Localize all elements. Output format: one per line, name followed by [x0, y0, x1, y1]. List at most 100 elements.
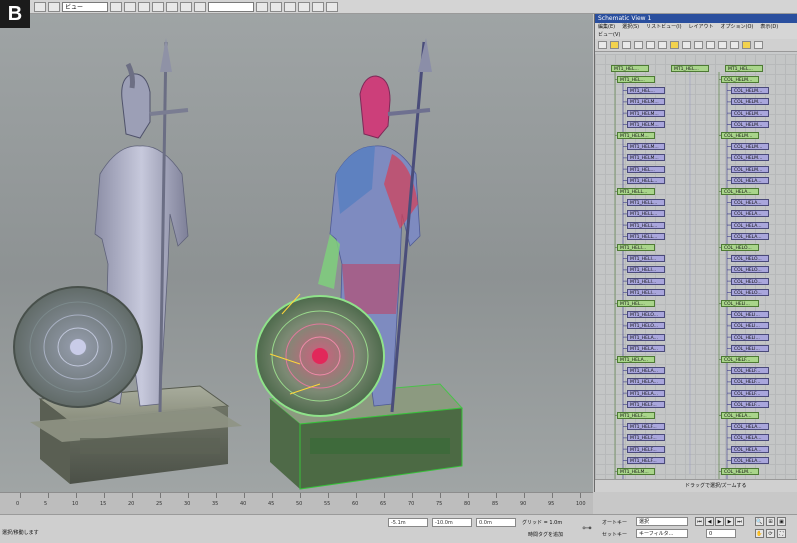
x-coordinate[interactable]: -5.1m [388, 518, 428, 527]
schematic-child-node[interactable]: COL_HELF... [731, 378, 769, 386]
schematic-group-node[interactable]: MT1_HELF... [617, 412, 655, 419]
schematic-group-node[interactable]: COL_HELM... [721, 76, 759, 83]
schematic-group-node[interactable]: COL_HELM... [721, 132, 759, 139]
unlink-icon[interactable] [646, 41, 655, 49]
delete-icon[interactable] [658, 41, 667, 49]
schematic-child-node[interactable]: MT1_HELI... [627, 277, 665, 285]
schematic-child-node[interactable]: MT1_HEL... [627, 87, 665, 95]
display-icon[interactable] [598, 41, 607, 49]
schematic-group-node[interactable]: MT1_HELI... [617, 244, 655, 251]
menu-display[interactable]: 表示(D) [760, 23, 778, 31]
undo-icon[interactable] [34, 1, 46, 12]
schematic-child-node[interactable]: COL_HELM... [731, 165, 769, 173]
material-editor-icon[interactable] [284, 1, 296, 12]
references-icon[interactable] [622, 41, 631, 49]
schematic-group-node[interactable]: COL_HELI... [721, 300, 759, 307]
schematic-child-node[interactable]: MT1_HELA... [627, 389, 665, 397]
rotate-icon[interactable] [124, 1, 136, 12]
select-icon[interactable] [48, 1, 60, 12]
schematic-group-node[interactable]: MT1_HELL... [617, 188, 655, 195]
key-filter-button[interactable]: キーフィルタ... [636, 529, 688, 538]
layout-icon[interactable] [670, 41, 679, 49]
align-right-icon[interactable] [730, 41, 739, 49]
schematic-child-node[interactable]: COL_HELO... [731, 288, 769, 296]
schematic-child-node[interactable]: COL_HELI... [731, 333, 769, 341]
schematic-child-node[interactable]: COL_HELM... [731, 120, 769, 128]
schematic-child-node[interactable]: MT1_HELI... [627, 266, 665, 274]
teapot-icon[interactable] [326, 1, 338, 12]
schematic-child-node[interactable]: MT1_HELL... [627, 232, 665, 240]
schematic-root-node[interactable]: MT1_HEL... [725, 65, 763, 72]
schematic-group-node[interactable]: MT1_HELM... [617, 132, 655, 139]
schematic-child-node[interactable]: MT1_HEL... [627, 165, 665, 173]
expand-icon[interactable] [706, 41, 715, 49]
schematic-child-node[interactable]: COL_HELA... [731, 445, 769, 453]
current-frame-field[interactable]: 0 [706, 529, 736, 538]
schematic-child-node[interactable]: MT1_HELO... [627, 322, 665, 330]
schematic-child-node[interactable]: COL_HELA... [731, 434, 769, 442]
schematic-canvas[interactable]: MT1_HEL... MT1_HEL... MT1_HEL... MT1_HEL...… [595, 54, 797, 479]
filter-icon[interactable] [754, 41, 763, 49]
menu-options[interactable]: オプション(O) [721, 23, 754, 31]
prev-frame-icon[interactable]: ◀ [705, 517, 714, 526]
menu-edit[interactable]: 編集(E) [598, 23, 615, 31]
hierarchy-icon[interactable] [610, 41, 619, 49]
layer-icon[interactable] [194, 1, 206, 12]
z-coordinate[interactable]: 0.0m [476, 518, 516, 527]
schematic-group-node[interactable]: MT1_HEL... [617, 76, 655, 83]
move-icon[interactable] [110, 1, 122, 12]
schematic-child-node[interactable]: MT1_HELM... [627, 120, 665, 128]
connect-icon[interactable] [634, 41, 643, 49]
collapse-icon[interactable] [694, 41, 703, 49]
view-select[interactable]: ビュー [62, 1, 108, 12]
schematic-child-node[interactable]: COL_HELA... [731, 176, 769, 184]
schematic-child-node[interactable]: COL_HELA... [731, 232, 769, 240]
curve-editor-icon[interactable] [256, 1, 268, 12]
schematic-child-node[interactable]: COL_HELF... [731, 389, 769, 397]
mirror-icon[interactable] [166, 1, 178, 12]
schematic-child-node[interactable]: MT1_HELA... [627, 344, 665, 352]
render-icon[interactable] [312, 1, 324, 12]
schematic-child-node[interactable]: COL_HELI... [731, 344, 769, 352]
scale-icon[interactable] [138, 1, 150, 12]
schematic-root-node[interactable]: MT1_HEL... [611, 65, 649, 72]
named-selection-select[interactable] [208, 1, 254, 12]
schematic-child-node[interactable]: COL_HELA... [731, 210, 769, 218]
goto-start-icon[interactable]: ⏮ [695, 517, 704, 526]
schematic-group-node[interactable]: COL_HELF... [721, 356, 759, 363]
menu-list-view[interactable]: リストビュー(I) [646, 23, 681, 31]
next-frame-icon[interactable]: ▶ [725, 517, 734, 526]
schematic-child-node[interactable]: COL_HELM... [731, 109, 769, 117]
y-coordinate[interactable]: -10.0m [432, 518, 472, 527]
schematic-child-node[interactable]: COL_HELI... [731, 311, 769, 319]
schematic-group-node[interactable]: COL_HELA... [721, 412, 759, 419]
schematic-child-node[interactable]: MT1_HELA... [627, 378, 665, 386]
schematic-child-node[interactable]: COL_HELM... [731, 154, 769, 162]
schematic-group-node[interactable]: COL_HELM... [721, 468, 759, 475]
schematic-child-node[interactable]: COL_HELA... [731, 456, 769, 464]
menu-layout[interactable]: レイアウト [689, 23, 714, 31]
schematic-root-node[interactable]: MT1_HEL... [671, 65, 709, 72]
time-slider-track[interactable]: 0 5 10 15 20 25 30 35 40 45 50 55 60 65 70 75 80 85 90 95 10… [0, 492, 593, 515]
play-icon[interactable]: ▶ [715, 517, 724, 526]
key-mode-select[interactable]: 選択 [636, 517, 688, 526]
schematic-child-node[interactable]: COL_HELO... [731, 266, 769, 274]
goto-end-icon[interactable]: ⏭ [735, 517, 744, 526]
schematic-icon[interactable] [270, 1, 282, 12]
schematic-child-node[interactable]: MT1_HELF... [627, 445, 665, 453]
schematic-child-node[interactable]: MT1_HELM... [627, 98, 665, 106]
hierarchy-mode-icon[interactable] [682, 41, 691, 49]
schematic-child-node[interactable]: COL_HELM... [731, 143, 769, 151]
orbit-icon[interactable]: ⟳ [766, 529, 775, 538]
schematic-child-node[interactable]: COL_HELO... [731, 255, 769, 263]
schematic-group-node[interactable]: MT1_HEL... [617, 300, 655, 307]
schematic-child-node[interactable]: MT1_HELF... [627, 423, 665, 431]
menu-view[interactable]: ビュー(V) [595, 31, 797, 39]
zoom-extents-icon[interactable]: ▣ [777, 517, 786, 526]
schematic-child-node[interactable]: COL_HELM... [731, 98, 769, 106]
schematic-child-node[interactable]: COL_HELA... [731, 423, 769, 431]
schematic-child-node[interactable]: MT1_HELM... [627, 154, 665, 162]
perspective-viewport[interactable] [0, 14, 593, 492]
schematic-child-node[interactable]: MT1_HELA... [627, 333, 665, 341]
schematic-child-node[interactable]: MT1_HELO... [627, 311, 665, 319]
